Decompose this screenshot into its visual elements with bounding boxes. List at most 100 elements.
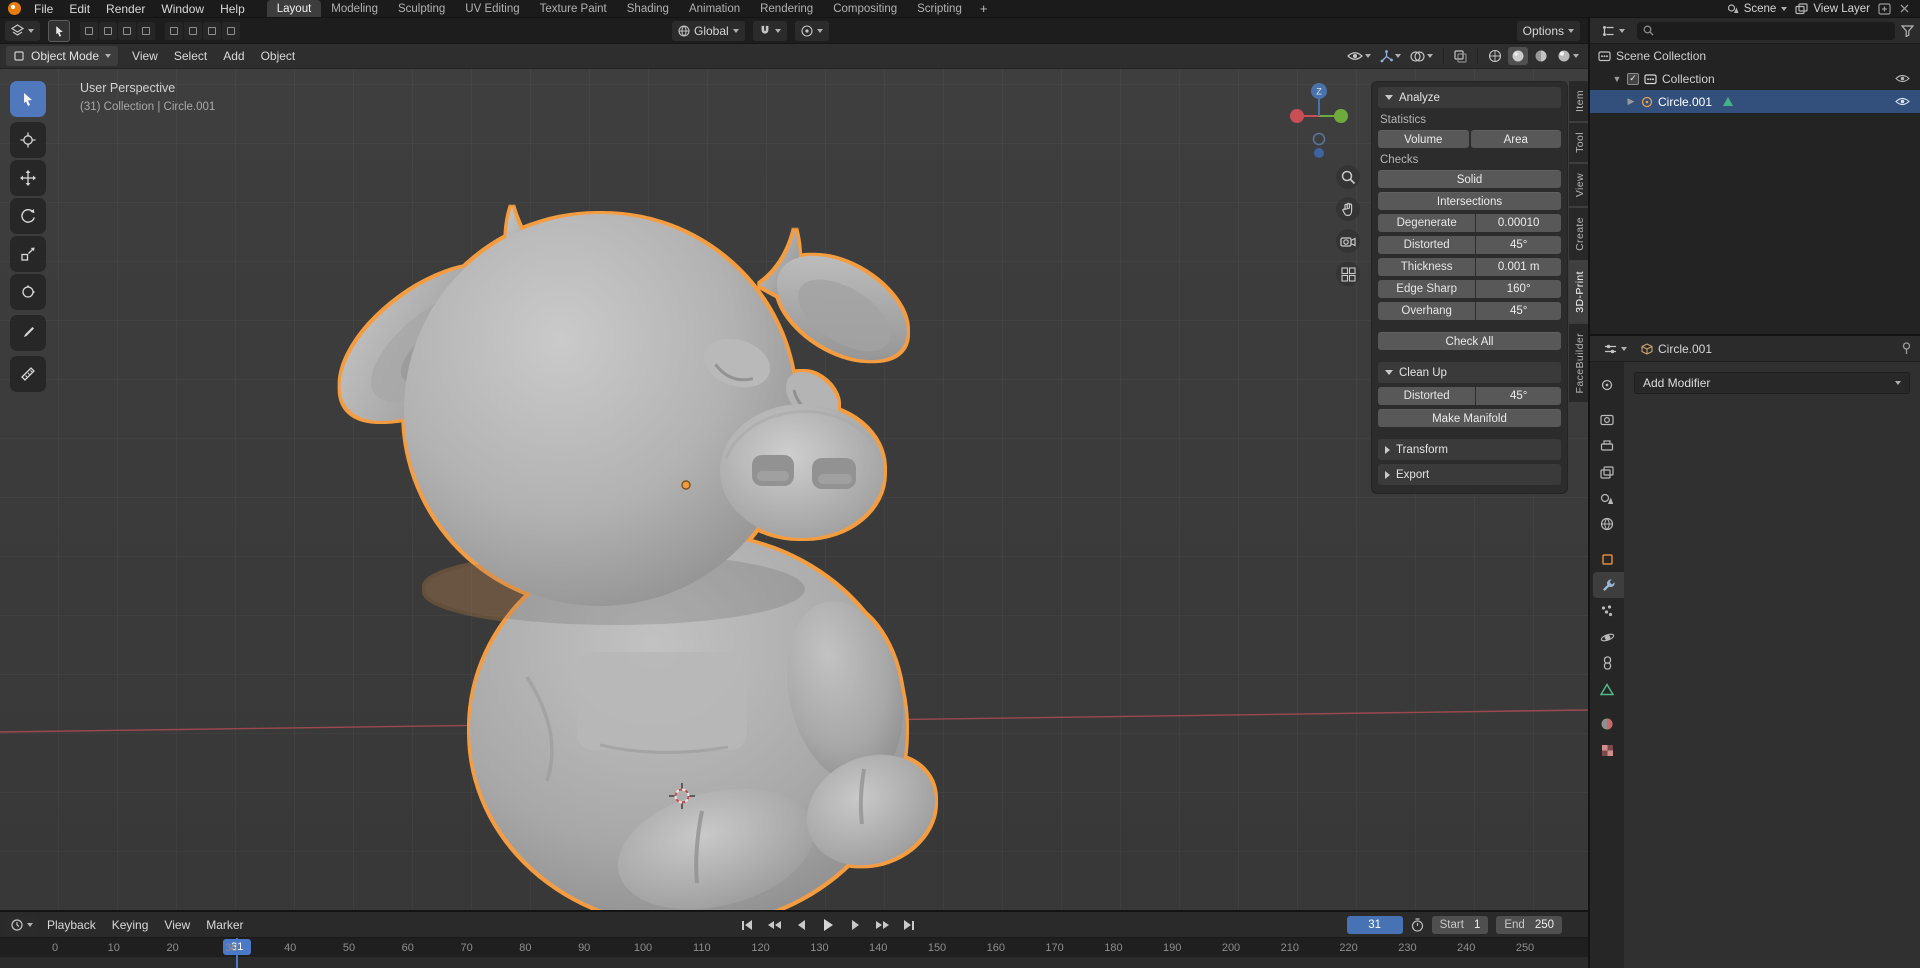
workspace-tab-compositing[interactable]: Compositing [823,0,907,17]
jump-to-end-button[interactable] [897,915,921,935]
next-keyframe-button[interactable] [870,915,894,935]
workspace-tab-animation[interactable]: Animation [679,0,750,17]
jump-to-start-button[interactable] [735,915,759,935]
collection-checkbox[interactable]: ✓ [1627,73,1639,85]
object-visibility-toggle[interactable] [1895,97,1910,106]
zoom-button[interactable] [1336,165,1360,189]
workspace-tab-rendering[interactable]: Rendering [750,0,823,17]
remove-layer-icon[interactable] [1899,3,1910,14]
add-modifier-dropdown[interactable]: Add Modifier [1634,372,1910,394]
workspace-tab-sculpting[interactable]: Sculpting [388,0,455,17]
outliner-row-collection[interactable]: ▼ ✓ Collection [1590,67,1920,90]
tool-option-icon[interactable] [137,22,155,40]
workspace-tab-scripting[interactable]: Scripting [907,0,972,17]
gizmo-negative-z-axis[interactable] [1314,134,1325,145]
transform-tool[interactable] [10,274,46,310]
tool-option-icon[interactable] [222,22,240,40]
timeline-menu-marker[interactable]: Marker [198,912,251,937]
topbar-menu-window[interactable]: Window [153,0,212,17]
pig-model[interactable] [314,207,953,910]
scale-tool[interactable] [10,236,46,272]
check-thickness-button[interactable]: Thickness [1378,258,1475,276]
transform-orientation-selector[interactable]: Global [672,21,745,41]
cleanup-distorted-angle-field[interactable]: 45° [1476,387,1561,405]
cursor-tool[interactable] [10,122,46,158]
properties-tab-material[interactable] [1590,711,1624,737]
orthographic-toggle-button[interactable] [1336,262,1360,286]
area-button[interactable]: Area [1471,130,1562,148]
properties-editor-selector[interactable] [1598,339,1633,359]
topbar-menu-file[interactable]: File [26,0,61,17]
check-intersections-button[interactable]: Intersections [1378,192,1561,210]
proportional-editing-toggle[interactable] [795,21,829,41]
new-layer-icon[interactable] [1878,3,1891,15]
disclosure-triangle-icon[interactable]: ▶ [1626,96,1636,107]
outliner-editor-selector[interactable] [1596,21,1631,41]
shading-rendered-button[interactable] [1554,47,1582,65]
active-tool-preview[interactable] [48,20,70,42]
auto-keying-stopwatch-icon[interactable] [1411,918,1424,932]
tool-option-icon[interactable] [118,22,136,40]
editor-type-selector[interactable] [5,21,40,41]
measure-tool[interactable] [10,356,46,392]
check-solid-button[interactable]: Solid [1378,170,1561,188]
viewport-menu-select[interactable]: Select [166,44,215,68]
tool-option-icon[interactable] [184,22,202,40]
overhang-angle-field[interactable]: 45° [1476,302,1561,320]
npanel-tab-3d-print[interactable]: 3D-Print [1569,262,1588,322]
shading-wireframe-button[interactable] [1485,47,1505,65]
properties-tab-object-data[interactable] [1590,676,1624,702]
workspace-tab-uv-editing[interactable]: UV Editing [455,0,529,17]
pin-toggle[interactable] [1901,342,1912,355]
npanel-tab-facebuilder[interactable]: FaceBuilder [1569,324,1588,402]
timeline-menu-keying[interactable]: Keying [104,912,157,937]
degenerate-threshold-field[interactable]: 0.00010 [1476,214,1561,232]
timeline-menu-view[interactable]: View [156,912,198,937]
workspace-tab-texture-paint[interactable]: Texture Paint [530,0,617,17]
rotate-tool[interactable] [10,198,46,234]
navigation-gizmo[interactable]: Z [1284,77,1354,163]
topbar-menu-edit[interactable]: Edit [61,0,98,17]
tool-option-icon[interactable] [203,22,221,40]
previous-frame-button[interactable] [789,915,813,935]
properties-tab-tool[interactable] [1590,372,1624,398]
topbar-menu-help[interactable]: Help [212,0,253,17]
timeline-menu-playback[interactable]: Playback [39,912,104,937]
analyze-panel-header[interactable]: Analyze [1378,87,1561,108]
outliner-row-scene-collection[interactable]: Scene Collection [1590,44,1920,67]
camera-view-button[interactable] [1336,229,1360,253]
outliner-search-input[interactable] [1637,22,1895,40]
npanel-tab-create[interactable]: Create [1569,208,1588,260]
workspace-tab-modeling[interactable]: Modeling [321,0,388,17]
blender-logo-icon[interactable] [8,2,21,15]
properties-tab-render[interactable] [1590,407,1624,433]
snap-toggle[interactable] [753,21,787,41]
filter-icon[interactable] [1901,25,1914,37]
check-distorted-button[interactable]: Distorted [1378,236,1475,254]
collection-visibility-toggle[interactable] [1895,74,1910,83]
mode-selector[interactable]: Object Mode [6,46,118,66]
move-tool[interactable] [10,160,46,196]
make-manifold-button[interactable]: Make Manifold [1378,409,1561,427]
properties-tab-modifiers[interactable] [1593,572,1624,598]
properties-tab-texture[interactable] [1590,737,1624,763]
cleanup-panel-header[interactable]: Clean Up [1378,362,1561,383]
gizmos-dropdown[interactable] [1377,48,1404,65]
outliner-row-circle-001[interactable]: ▶ Circle.001 [1590,90,1920,113]
gizmo-x-axis[interactable] [1290,109,1304,123]
properties-tab-output[interactable] [1590,433,1624,459]
start-frame-field[interactable]: Start 1 [1432,916,1489,934]
properties-tab-physics[interactable] [1590,624,1624,650]
properties-tab-scene[interactable] [1590,485,1624,511]
check-overhang-button[interactable]: Overhang [1378,302,1475,320]
properties-tab-constraints[interactable] [1590,650,1624,676]
workspace-tab-layout[interactable]: Layout [267,0,322,17]
edge-sharp-angle-field[interactable]: 160° [1476,280,1561,298]
scene-selector[interactable]: Scene [1727,3,1788,15]
workspace-tab-shading[interactable]: Shading [617,0,679,17]
visibility-dropdown[interactable] [1344,49,1374,63]
select-box-tool[interactable] [10,81,46,117]
play-button[interactable] [816,915,840,935]
view-layer-selector[interactable]: View Layer [1795,3,1870,15]
tool-option-icon[interactable] [165,22,183,40]
